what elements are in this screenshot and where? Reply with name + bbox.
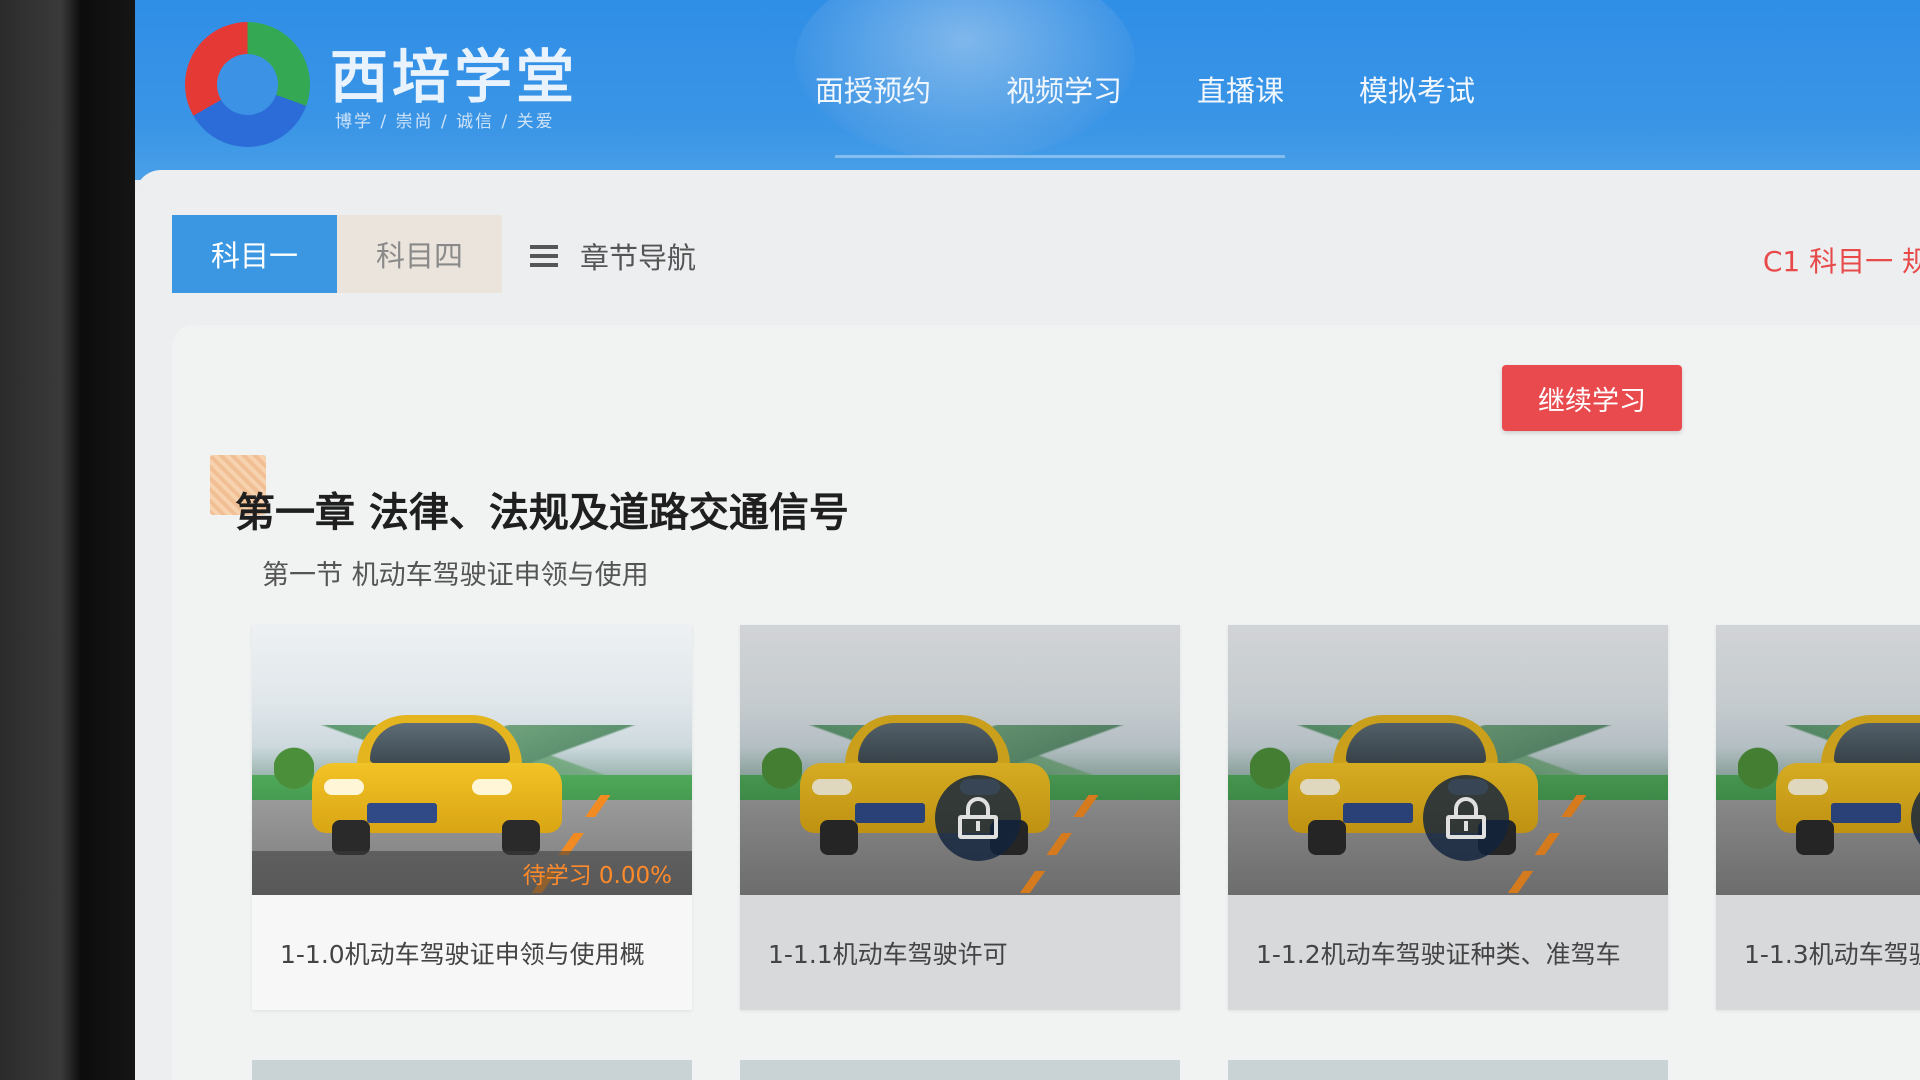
progress-bar: 待学习 0.00% xyxy=(252,851,692,895)
chapter-nav-button[interactable]: 章节导航 xyxy=(530,235,696,277)
lock-icon xyxy=(1423,775,1509,861)
car-icon xyxy=(1776,715,1920,855)
car-icon xyxy=(312,715,562,855)
lesson-area: 继续学习 第一章 法律、法规及道路交通信号 第一节 机动车驾驶证申领与使用 待学… xyxy=(172,325,1920,1080)
brand-logo-icon[interactable] xyxy=(185,22,310,147)
lesson-card[interactable]: 待学习 0.00% 1-1.0机动车驾驶证申领与使用概 xyxy=(252,625,692,1010)
site-header: 西培学堂 博学 / 崇尚 / 诚信 / 关爱 面授预约 视频学习 直播课 模拟考… xyxy=(135,0,1920,180)
course-tag: C1 科目一 规 xyxy=(1762,245,1920,278)
chapter-title: 第一章 法律、法规及道路交通信号 xyxy=(235,490,849,536)
monitor-bezel xyxy=(0,0,135,1080)
lesson-card[interactable]: 1-1.1机动车驾驶许可 xyxy=(740,625,1180,1010)
lesson-card[interactable]: 1-1.3机动车驾驶 xyxy=(1716,625,1920,1010)
nav-item-video-learning[interactable]: 视频学习 xyxy=(1006,68,1122,110)
brand-slogan: 博学 / 崇尚 / 诚信 / 关爱 xyxy=(335,112,555,132)
tab-subject-one[interactable]: 科目一 xyxy=(172,215,337,293)
tab-subject-four[interactable]: 科目四 xyxy=(337,215,502,293)
chapter-nav-label: 章节导航 xyxy=(580,241,697,275)
lesson-card[interactable] xyxy=(740,1060,1180,1080)
tree-icon xyxy=(762,743,802,799)
browser-screen: 西培学堂 博学 / 崇尚 / 诚信 / 关爱 面授预约 视频学习 直播课 模拟考… xyxy=(135,0,1920,1080)
progress-status: 待学习 0.00% xyxy=(522,863,672,889)
lock-icon xyxy=(935,775,1021,861)
nav-item-booking[interactable]: 面授预约 xyxy=(815,68,931,110)
nav-underline xyxy=(835,155,1285,158)
lesson-card[interactable] xyxy=(1228,1060,1668,1080)
lesson-title: 1-1.2机动车驾驶证种类、准驾车 xyxy=(1256,940,1621,969)
tree-icon xyxy=(1738,743,1778,799)
lesson-title: 1-1.0机动车驾驶证申领与使用概 xyxy=(280,940,645,969)
brand-name[interactable]: 西培学堂 xyxy=(330,30,578,114)
nav-item-mock-exam[interactable]: 模拟考试 xyxy=(1359,68,1475,110)
subject-tabs: 科目一 科目四 xyxy=(172,215,502,293)
menu-list-icon xyxy=(530,245,558,267)
lesson-thumbnail xyxy=(1716,625,1920,895)
lesson-thumbnail: 待学习 0.00% xyxy=(252,625,692,895)
next-row-cards xyxy=(252,1060,1668,1080)
nav-item-live-class[interactable]: 直播课 xyxy=(1197,68,1284,110)
continue-learning-button[interactable]: 继续学习 xyxy=(1502,365,1682,431)
lesson-cards: 待学习 0.00% 1-1.0机动车驾驶证申领与使用概 1-1.1机动车驾驶许可… xyxy=(252,625,1920,1010)
tree-icon xyxy=(1250,743,1290,799)
content-panel: 科目一 科目四 章节导航 C1 科目一 规 继续学习 第一章 法律、法规及道路交… xyxy=(135,170,1920,1080)
lesson-thumbnail xyxy=(1228,625,1668,895)
section-title: 第一节 机动车驾驶证申领与使用 xyxy=(262,560,649,591)
tree-icon xyxy=(274,743,314,799)
lesson-card[interactable]: 1-1.2机动车驾驶证种类、准驾车 xyxy=(1228,625,1668,1010)
lesson-title: 1-1.1机动车驾驶许可 xyxy=(768,940,1008,969)
lesson-thumbnail xyxy=(740,625,1180,895)
lesson-card[interactable] xyxy=(252,1060,692,1080)
main-nav: 面授预约 视频学习 直播课 模拟考试 xyxy=(815,68,1475,110)
lesson-title: 1-1.3机动车驾驶 xyxy=(1744,940,1920,969)
